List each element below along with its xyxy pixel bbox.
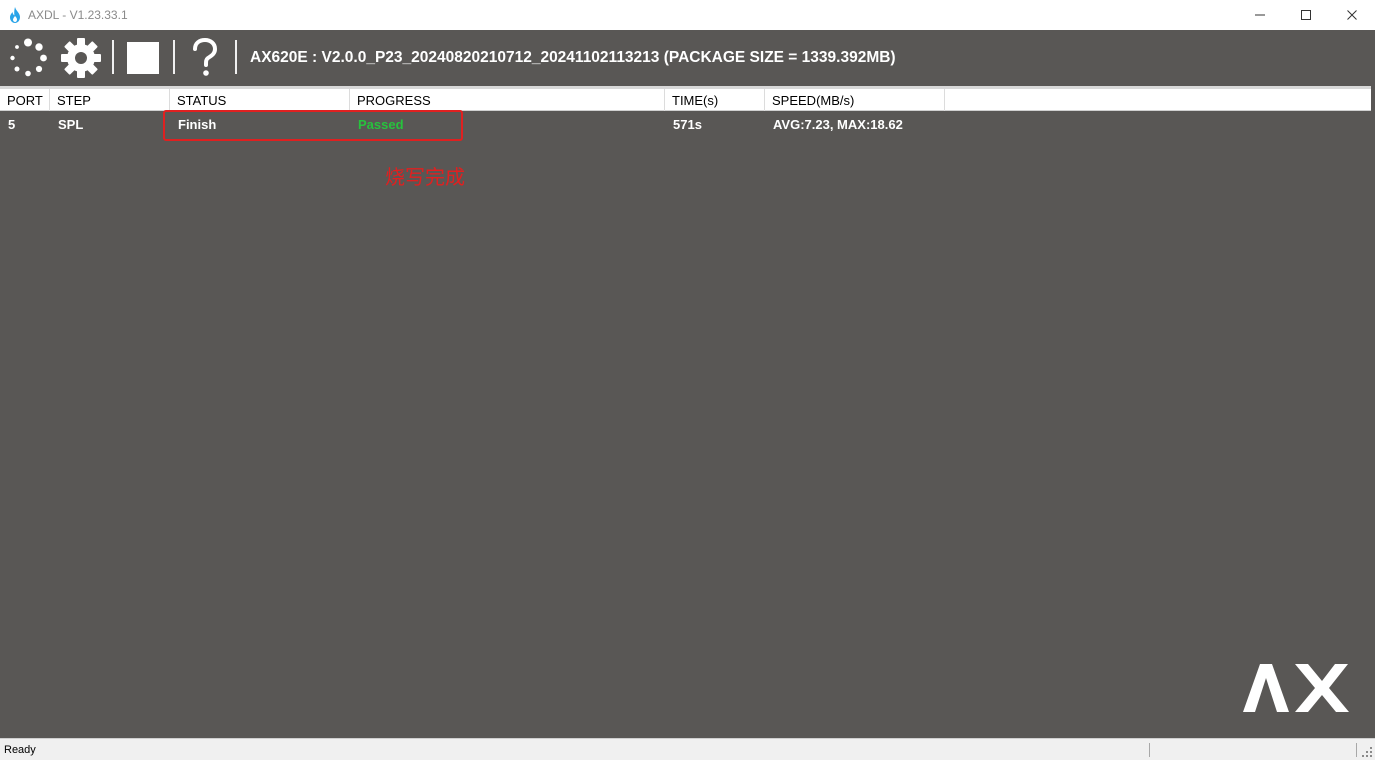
maximize-icon [1301,10,1311,20]
cell-time: 571s [673,117,702,132]
download-table: PORT STEP STATUS PROGRESS TIME(s) SPEED(… [0,86,1375,738]
minimize-button[interactable] [1237,0,1283,30]
loading-spinner-icon [10,38,47,77]
start-button[interactable] [5,30,51,86]
settings-gear-icon [61,38,101,78]
column-header-step[interactable]: STEP [50,89,170,111]
annotation-text: 烧写完成 [385,167,465,189]
status-text: Ready [4,744,36,756]
help-button[interactable] [184,30,226,86]
flame-icon [10,7,20,23]
stop-square-icon [127,42,159,74]
settings-button[interactable] [58,30,104,86]
help-question-icon [193,38,218,76]
close-icon [1347,10,1357,20]
toolbar-separator [173,40,175,74]
resize-grip-icon[interactable] [1361,746,1373,758]
toolbar-separator [235,40,237,74]
annotation-highlight-box [163,110,463,141]
title-bar: AXDL - V1.23.33.1 [0,0,1375,30]
column-header-speed[interactable]: SPEED(MB/s) [765,89,945,111]
toolbar-separator [112,40,114,74]
column-header-time[interactable]: TIME(s) [665,89,765,111]
column-header-progress[interactable]: PROGRESS [350,89,665,111]
cell-speed: AVG:7.23, MAX:18.62 [773,117,903,132]
package-info: AX620E : V2.0.0_P23_20240820210712_20241… [250,49,896,66]
cell-step: SPL [58,117,84,132]
table-right-edge [1371,86,1375,738]
column-header-status[interactable]: STATUS [170,89,350,111]
stop-button[interactable] [122,30,164,86]
ax-logo: AX [1243,664,1349,712]
minimize-icon [1255,14,1265,16]
status-divider [1149,743,1150,757]
status-bar: Ready [0,738,1375,760]
table-header: PORT STEP STATUS PROGRESS TIME(s) SPEED(… [0,89,1371,111]
toolbar: AX620E : V2.0.0_P23_20240820210712_20241… [0,30,1375,86]
cell-port: 5 [8,117,16,132]
close-button[interactable] [1329,0,1375,30]
maximize-button[interactable] [1283,0,1329,30]
column-header-port[interactable]: PORT [0,89,50,111]
status-divider [1356,743,1357,757]
window-title: AXDL - V1.23.33.1 [28,8,128,22]
